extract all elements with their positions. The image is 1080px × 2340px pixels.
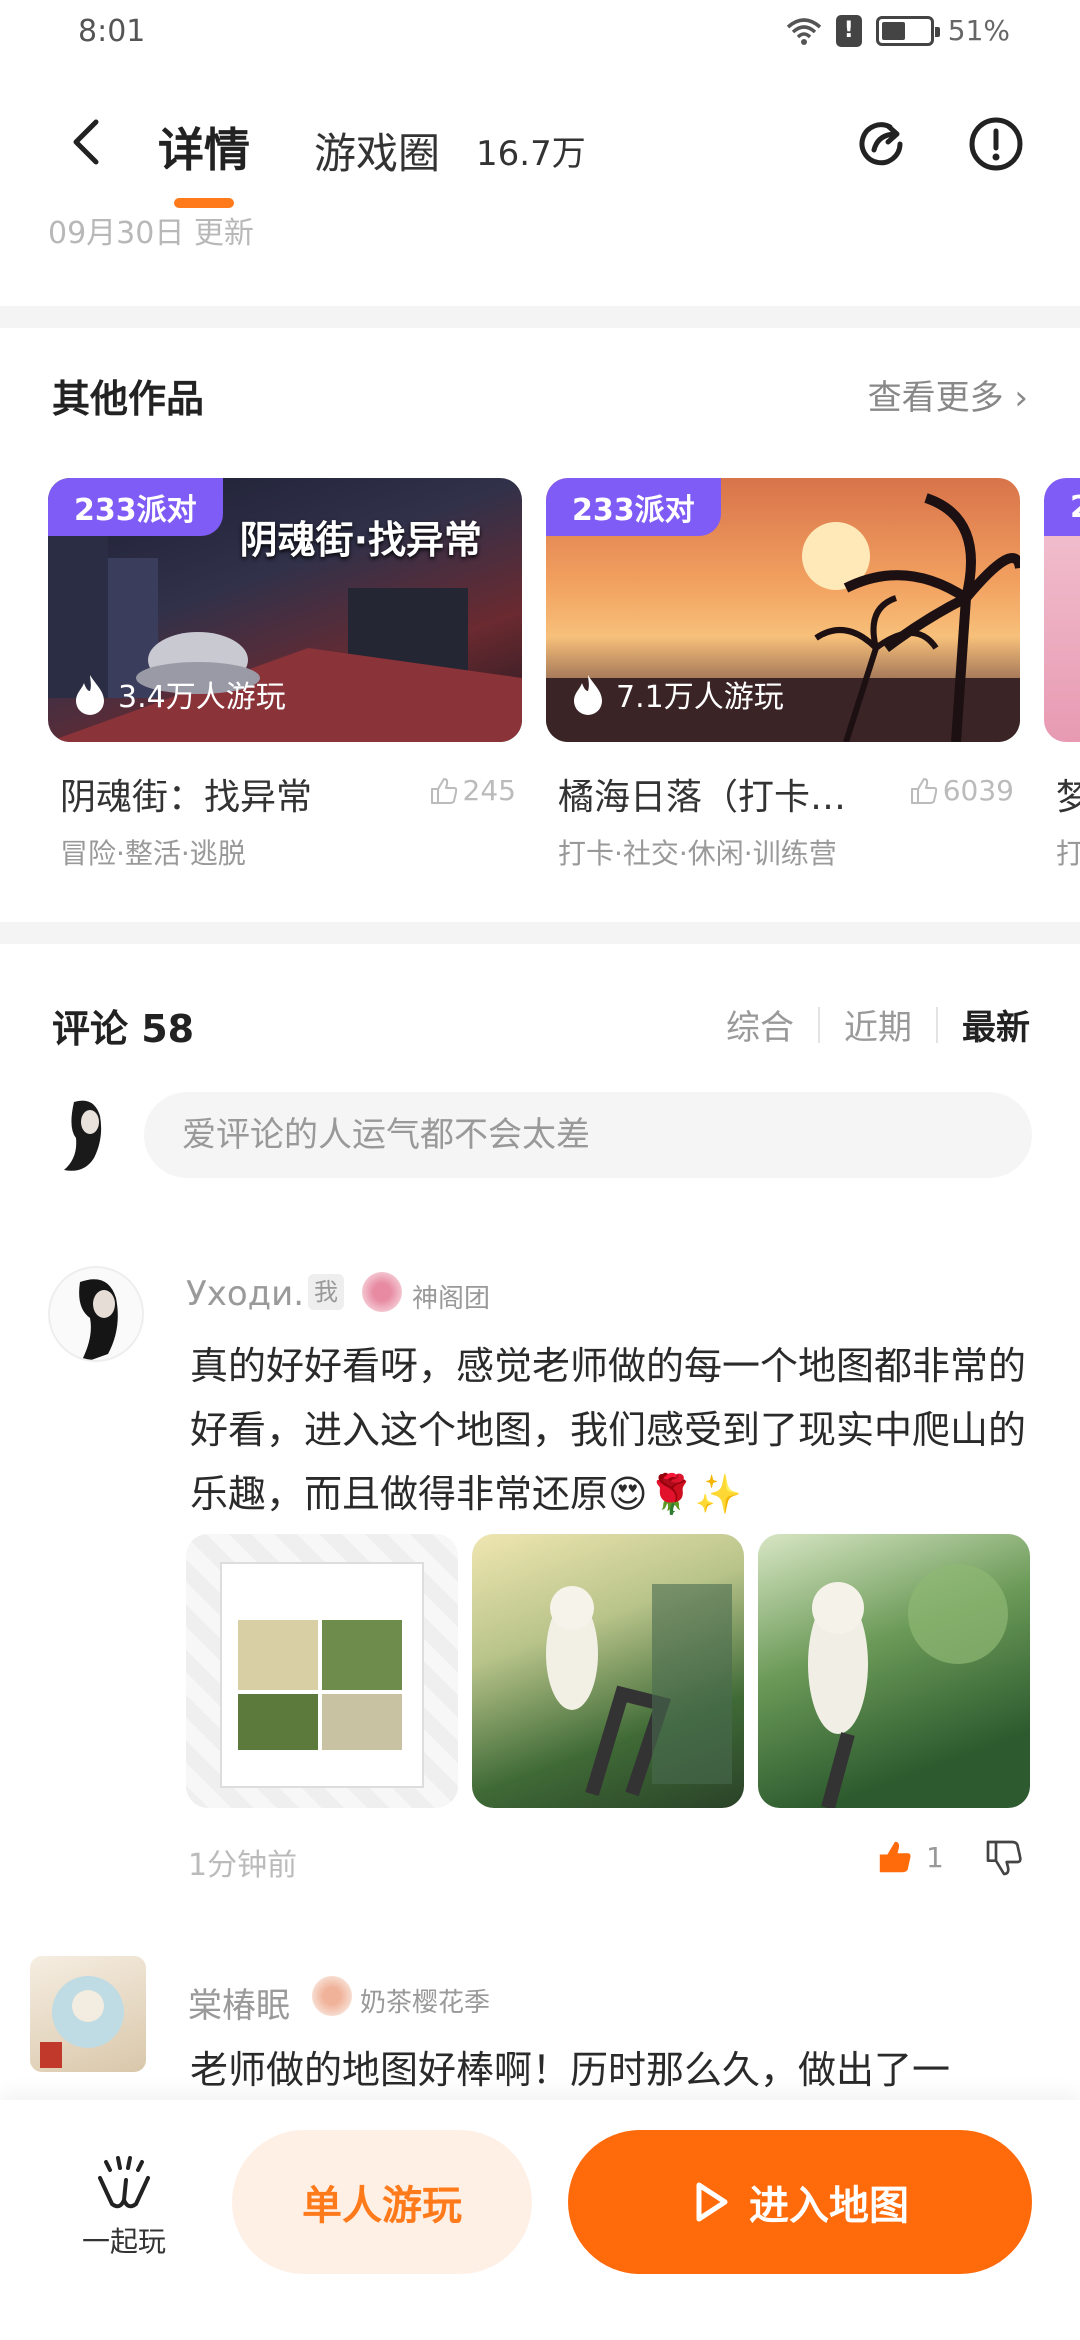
tab-detail[interactable]: 详情 — [158, 114, 250, 180]
comment-image[interactable] — [758, 1534, 1030, 1808]
medal-label: 奶茶樱花季 — [360, 1988, 491, 2018]
work-card[interactable]: 233派对 7.1万人游玩 橘海日落（打卡… 6039 打卡·社交·休闲·训练营 — [546, 478, 1020, 870]
comment-text: 真的好好看呀，感觉老师做的每一个地图都非常的好看，进入这个地图，我们感受到了现实… — [190, 1344, 1027, 1516]
like-count: 1 — [926, 1840, 944, 1874]
avatar-portrait — [40, 1976, 124, 2068]
comment-image[interactable] — [472, 1534, 744, 1808]
tab-game-circle[interactable]: 游戏圈 — [314, 120, 440, 181]
play-together-button[interactable]: 一起玩 — [76, 2156, 172, 2260]
player-count: 7.1万人游玩 — [570, 672, 784, 716]
sort-overall[interactable]: 综合 — [726, 1000, 794, 1049]
other-works-title: 其他作品 — [52, 377, 205, 421]
avatar-portrait — [79, 1279, 118, 1360]
clock: 8:01 — [78, 14, 146, 49]
work-likes: 6039 — [909, 774, 1014, 807]
view-more-label: 查看更多 — [867, 378, 1004, 418]
work-thumbnail: 233派对 7.1万人游玩 — [546, 478, 1020, 742]
solo-play-label: 单人游玩 — [302, 2183, 462, 2229]
sort-divider — [936, 1006, 938, 1043]
comment-time: 1分钟前 — [188, 1848, 298, 1883]
medal-label: 神阁团 — [412, 1284, 491, 1314]
commenter-avatar[interactable] — [30, 1956, 146, 2072]
flame-icon — [574, 675, 602, 715]
screenshot-tile — [322, 1620, 402, 1690]
player-count: 3.4万人游玩 — [72, 672, 286, 716]
thumbnail-title-art: 阴魂街·找异常 — [239, 518, 482, 562]
work-title: 梦 — [1056, 777, 1080, 818]
battery-percent: 51% — [947, 14, 1010, 47]
solo-play-button[interactable]: 单人游玩 — [232, 2130, 532, 2274]
share-icon[interactable] — [852, 114, 912, 174]
work-likes-count: 6039 — [942, 774, 1014, 807]
comment-text: 老师做的地图好棒啊！历时那么久，做出了一 — [190, 2048, 951, 2092]
enter-map-label: 进入地图 — [749, 2183, 909, 2229]
comment-image[interactable] — [186, 1534, 458, 1808]
active-tab-indicator — [174, 198, 234, 208]
view-more-link[interactable]: 查看更多 › — [868, 370, 1028, 419]
game-scene — [546, 1584, 732, 1797]
sort-recent[interactable]: 近期 — [844, 1000, 912, 1049]
my-avatar[interactable] — [54, 1098, 118, 1174]
thumbs-up-icon — [430, 777, 457, 804]
screenshot-frame — [220, 1562, 424, 1788]
sort-newest[interactable]: 最新 — [962, 1000, 1030, 1049]
status-bar: 8:01 ! 51% — [0, 0, 1080, 70]
work-likes-count: 245 — [462, 774, 516, 807]
sort-divider — [818, 1006, 820, 1043]
platform-badge: 2 — [1044, 478, 1080, 536]
work-title: 阴魂街：找异常 — [60, 777, 313, 818]
screenshot-tile — [238, 1620, 318, 1690]
bottom-action-bar: 一起玩 单人游玩 进入地图 — [0, 2100, 1080, 2340]
update-date: 09月30日 更新 — [48, 216, 254, 251]
commenter-name[interactable]: Уходи. — [186, 1274, 304, 1314]
work-tags: 打卡·社交·休闲·训练营 — [558, 837, 837, 870]
comment-input[interactable]: 爱评论的人运气都不会太差 — [144, 1092, 1032, 1178]
back-arrow-icon[interactable] — [60, 114, 116, 170]
platform-badge: 233派对 — [546, 478, 721, 536]
game-scene — [808, 1564, 1008, 1808]
screenshot-tile — [238, 1694, 318, 1750]
work-likes: 245 — [429, 774, 516, 807]
work-thumbnail: 2 — [1044, 478, 1080, 742]
section-divider — [0, 922, 1080, 944]
thumbs-down-icon[interactable] — [984, 1838, 1024, 1878]
thumbs-up-icon — [879, 1841, 911, 1873]
thumbs-up-icon — [910, 777, 937, 804]
other-works-carousel[interactable]: 233派对 阴魂街·找异常 3.4万人游玩 阴魂街：找异常 245 冒险·整活·… — [48, 478, 1080, 878]
work-card[interactable]: 2 梦 打 — [1044, 478, 1080, 870]
circle-count: 16.7万 — [476, 134, 586, 174]
wifi-icon — [786, 17, 821, 45]
flame-icon — [76, 675, 104, 715]
player-count-text: 7.1万人游玩 — [616, 680, 784, 715]
work-title: 橘海日落（打卡… — [558, 777, 847, 818]
screenshot-tile — [322, 1694, 402, 1750]
commenter-name[interactable]: 棠椿眠 — [188, 1978, 290, 2027]
commenter-avatar[interactable] — [48, 1266, 144, 1362]
comment-images — [186, 1534, 1030, 1808]
work-thumbnail: 233派对 阴魂街·找异常 3.4万人游玩 — [48, 478, 522, 742]
report-icon[interactable] — [966, 114, 1026, 174]
work-card[interactable]: 233派对 阴魂街·找异常 3.4万人游玩 阴魂街：找异常 245 冒险·整活·… — [48, 478, 522, 870]
play-icon — [696, 2182, 728, 2222]
platform-badge: 233派对 — [48, 478, 223, 536]
medal-icon — [312, 1976, 352, 2016]
high-five-icon — [98, 2156, 150, 2209]
section-divider — [0, 306, 1080, 328]
comment-sort: 综合 近期 最新 — [726, 1000, 1030, 1049]
work-tags: 打 — [1056, 837, 1080, 870]
enter-map-button[interactable]: 进入地图 — [568, 2130, 1032, 2274]
play-together-label: 一起玩 — [81, 2225, 166, 2258]
player-count-text: 3.4万人游玩 — [118, 680, 286, 715]
like-button[interactable]: 1 — [876, 1838, 944, 1876]
alert-icon: ! — [835, 14, 862, 47]
me-badge: 我 — [308, 1274, 344, 1310]
comments-title: 评论 58 — [52, 1007, 195, 1051]
medal-icon — [362, 1272, 402, 1312]
battery-icon — [875, 15, 940, 46]
work-tags: 冒险·整活·逃脱 — [60, 837, 246, 870]
